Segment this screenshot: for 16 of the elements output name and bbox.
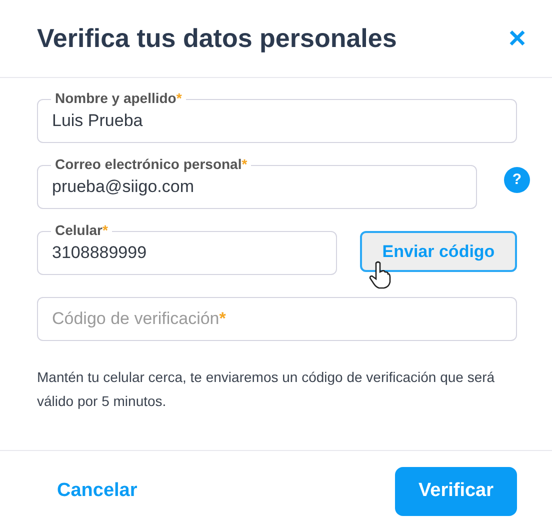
verify-button[interactable]: Verificar bbox=[395, 467, 517, 516]
field-label: Nombre y apellido* bbox=[51, 90, 186, 106]
close-button[interactable]: × bbox=[508, 24, 526, 54]
dialog-title: Verifica tus datos personales bbox=[37, 22, 397, 55]
field-value: 3108889999 bbox=[52, 242, 147, 264]
field-value: Luis Prueba bbox=[52, 110, 143, 132]
field-placeholder: Código de verificación* bbox=[52, 308, 226, 330]
field-label: Correo electrónico personal* bbox=[51, 156, 252, 172]
input-field[interactable]: Código de verificación* bbox=[37, 297, 517, 341]
cancel-button[interactable]: Cancelar bbox=[57, 477, 138, 506]
field-value: prueba@siigo.com bbox=[52, 176, 194, 198]
help-icon[interactable]: ? bbox=[504, 167, 530, 193]
info-text: Mantén tu celular cerca, te enviaremos un código de verificación que será válido por 5 minutos. bbox=[36, 368, 496, 411]
send-code-button[interactable]: Enviar código bbox=[360, 231, 517, 272]
field-label: Celular* bbox=[51, 222, 112, 238]
hand-cursor-icon bbox=[369, 261, 391, 289]
